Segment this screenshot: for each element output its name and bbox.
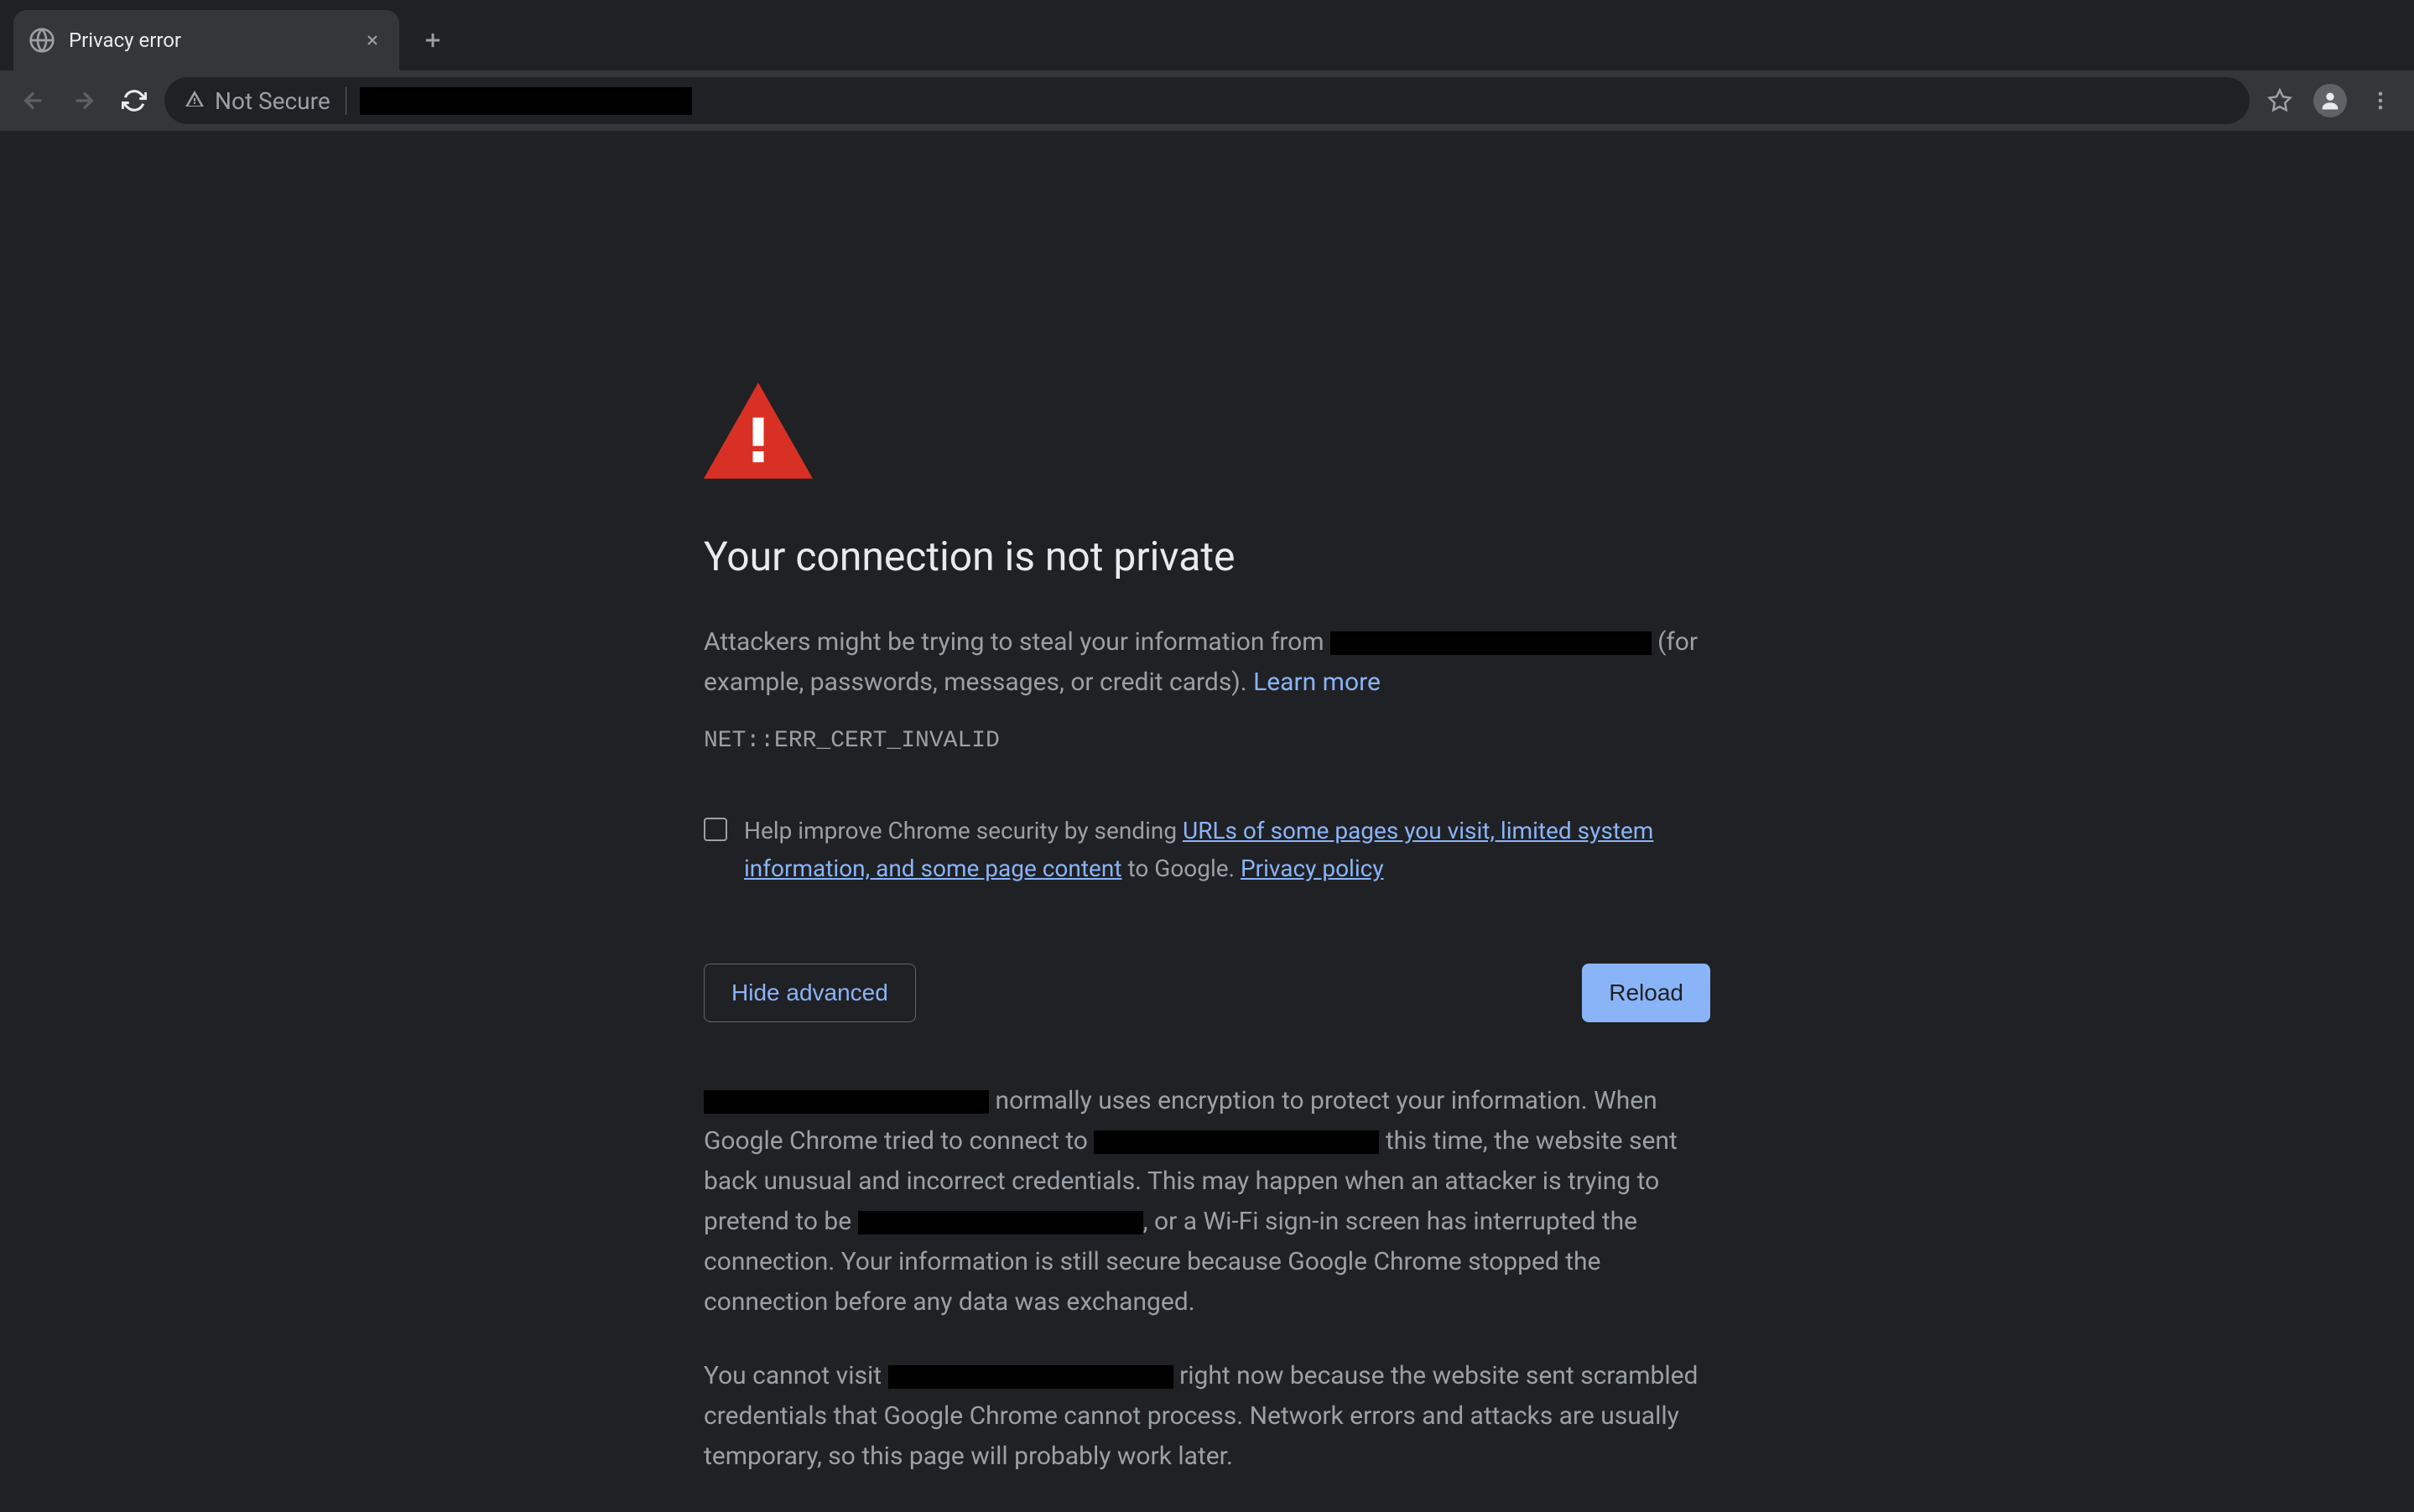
reload-page-button[interactable]: Reload <box>1582 964 1710 1022</box>
privacy-error-interstitial: Your connection is not private Attackers… <box>704 382 1710 1510</box>
warning-icon <box>704 382 1710 482</box>
warning-triangle-icon <box>185 87 205 115</box>
forward-button[interactable] <box>64 81 104 121</box>
error-code: NET::ERR_CERT_INVALID <box>704 728 1710 754</box>
warning-paragraph: Attackers might be trying to steal your … <box>704 622 1710 703</box>
url-display: ████████████████████ <box>360 87 2229 115</box>
advanced-paragraph-1: ████████████████ normally uses encryptio… <box>704 1081 1710 1322</box>
button-row: Hide advanced Reload <box>704 964 1710 1022</box>
profile-button[interactable] <box>2310 81 2350 121</box>
security-label: Not Secure <box>215 87 330 115</box>
privacy-policy-link[interactable]: Privacy policy <box>1241 855 1384 882</box>
advanced-paragraph-2: You cannot visit ████████████████ right … <box>704 1356 1710 1477</box>
close-icon[interactable] <box>361 29 384 52</box>
toolbar-right <box>2260 81 2401 121</box>
page-heading: Your connection is not private <box>704 533 1710 580</box>
back-button[interactable] <box>13 81 54 121</box>
browser-tab[interactable]: Privacy error <box>13 10 399 70</box>
learn-more-link[interactable]: Learn more <box>1253 668 1381 697</box>
reload-button[interactable] <box>114 81 154 121</box>
tab-title: Privacy error <box>69 29 347 52</box>
toolbar: Not Secure ████████████████████ <box>0 70 2414 131</box>
opt-in-row: Help improve Chrome security by sending … <box>704 813 1710 888</box>
content-area: Your connection is not private Attackers… <box>0 131 2414 1510</box>
person-icon <box>2313 84 2347 117</box>
opt-in-text: Help improve Chrome security by sending … <box>744 813 1710 888</box>
browser-chrome: Privacy error <box>0 0 2414 131</box>
globe-icon <box>29 27 55 54</box>
tab-bar: Privacy error <box>0 0 2414 70</box>
opt-in-checkbox[interactable] <box>704 818 727 841</box>
bookmark-button[interactable] <box>2260 81 2300 121</box>
menu-button[interactable] <box>2360 81 2401 121</box>
hide-advanced-button[interactable]: Hide advanced <box>704 964 916 1022</box>
security-indicator[interactable]: Not Secure <box>185 87 346 115</box>
new-tab-button[interactable] <box>409 17 456 64</box>
address-bar[interactable]: Not Secure ████████████████████ <box>164 77 2250 124</box>
